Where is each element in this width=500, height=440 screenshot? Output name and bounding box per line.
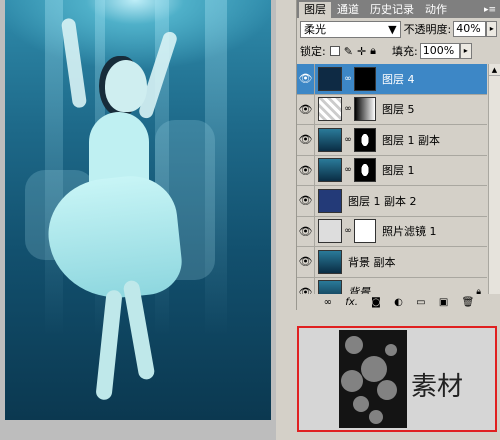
tab-channels[interactable]: 通道	[332, 2, 364, 18]
tab-history[interactable]: 历史记录	[365, 2, 419, 18]
link-icon[interactable]: ∞	[324, 297, 332, 308]
fill-label: 填充:	[392, 45, 418, 58]
bokeh-dot	[377, 380, 397, 400]
photo-filter-adjustment-icon	[318, 219, 342, 244]
figure-arm	[60, 17, 88, 109]
layers-bottom-toolbar: ∞ fx. ◙ ◐ ▭ ▣ 🗑︎	[297, 294, 500, 310]
blend-row: 柔光 ▼ 不透明度: 40% ▸	[297, 18, 500, 40]
layer-row[interactable]: 👁︎ 背景 副本	[297, 246, 487, 278]
layer-row[interactable]: 👁︎ ∞ 照片滤镜 1	[297, 216, 487, 247]
opacity-arrow-icon[interactable]: ▸	[486, 21, 497, 37]
layer-thumbnail	[318, 127, 342, 152]
opacity-label: 不透明度:	[403, 23, 452, 36]
opacity-input[interactable]: 40%	[453, 21, 487, 37]
lock-transparency-icon[interactable]	[329, 46, 340, 56]
group-icon[interactable]: ▭	[416, 297, 425, 308]
lock-paint-icon[interactable]: ✎	[344, 45, 353, 58]
layer-name: 图层 4	[382, 72, 415, 86]
figure-leg	[122, 279, 156, 381]
layer-row[interactable]: 👁︎ 图层 1 副本 2	[297, 185, 487, 217]
bokeh-dot	[345, 336, 363, 354]
link-chain-icon: ∞	[344, 134, 352, 145]
blend-mode-select[interactable]: 柔光 ▼	[300, 20, 401, 38]
layer-thumbnail	[318, 158, 342, 183]
visibility-eye-icon[interactable]: 👁︎	[297, 155, 315, 186]
lock-row: 锁定: ✎ ✛ 🔒︎ 填充: 100% ▸	[297, 40, 500, 62]
link-chain-icon: ∞	[344, 104, 352, 115]
layer-list: 👁︎ ∞ 图层 4 👁︎ ∞ 图层 5 👁︎ ∞ 图层 1 副本 👁︎ ∞ 图层…	[297, 63, 487, 308]
layers-scrollbar[interactable]: ▲	[488, 64, 500, 294]
layer-thumbnail	[318, 97, 342, 122]
layer-thumbnail	[318, 249, 342, 274]
panel-menu-icon[interactable]: ▸≡	[480, 2, 500, 18]
bokeh-texture-image	[339, 330, 407, 428]
layer-mask-thumbnail[interactable]	[354, 66, 376, 91]
layer-row[interactable]: 👁︎ ∞ 图层 1 副本	[297, 124, 487, 156]
panel-tabs: 图层 通道 历史记录 动作 ▸≡	[297, 0, 500, 18]
document-canvas[interactable]	[0, 0, 276, 440]
layers-panel: 图层 通道 历史记录 动作 ▸≡ 柔光 ▼ 不透明度: 40% ▸ 锁定: ✎ …	[296, 0, 500, 310]
layer-row[interactable]: 👁︎ ∞ 图层 1	[297, 155, 487, 186]
lock-all-icon[interactable]: 🔒︎	[370, 44, 376, 58]
layer-mask-thumbnail[interactable]	[354, 127, 376, 152]
visibility-eye-icon[interactable]: 👁︎	[297, 63, 315, 94]
underwater-photo	[5, 0, 271, 420]
visibility-eye-icon[interactable]: 👁︎	[297, 124, 315, 155]
bokeh-dot	[353, 396, 369, 412]
layer-thumbnail	[318, 66, 342, 91]
scroll-up-icon[interactable]: ▲	[489, 64, 500, 76]
tab-actions[interactable]: 动作	[420, 2, 452, 18]
bokeh-dot	[385, 344, 397, 356]
bokeh-dot	[361, 356, 387, 382]
bokeh-dot	[369, 410, 383, 424]
tab-layers[interactable]: 图层	[299, 2, 331, 18]
adjustment-icon[interactable]: ◐	[394, 297, 403, 308]
fx-icon[interactable]: fx.	[345, 297, 358, 308]
layer-thumbnail	[318, 188, 342, 213]
layer-name: 图层 5	[382, 103, 415, 117]
layer-name: 图层 1	[382, 164, 415, 178]
new-layer-icon[interactable]: ▣	[439, 297, 448, 308]
bokeh-dot	[341, 370, 363, 392]
layer-name: 背景 副本	[348, 255, 396, 269]
layer-name: 图层 1 副本	[382, 133, 440, 147]
mask-icon[interactable]: ◙	[371, 297, 381, 308]
lock-label: 锁定:	[300, 45, 326, 58]
link-chain-icon: ∞	[344, 165, 352, 176]
fill-input[interactable]: 100%	[419, 43, 460, 59]
layer-row[interactable]: 👁︎ ∞ 图层 4	[297, 63, 487, 95]
material-label: 素材	[411, 372, 464, 402]
fill-arrow-icon[interactable]: ▸	[459, 43, 472, 59]
layer-mask-thumbnail[interactable]	[354, 97, 376, 122]
layer-mask-thumbnail[interactable]	[354, 158, 376, 183]
chevron-down-icon: ▼	[388, 22, 397, 36]
trash-icon[interactable]: 🗑︎	[462, 297, 475, 308]
layer-name: 照片滤镜 1	[382, 225, 437, 239]
visibility-eye-icon[interactable]: 👁︎	[297, 94, 315, 125]
layer-row[interactable]: 👁︎ ∞ 图层 5	[297, 94, 487, 125]
visibility-eye-icon[interactable]: 👁︎	[297, 185, 315, 216]
layer-mask-thumbnail[interactable]	[354, 219, 376, 244]
material-box: 素材	[297, 326, 497, 432]
link-chain-icon: ∞	[344, 73, 352, 84]
figure-head	[105, 60, 147, 112]
visibility-eye-icon[interactable]: 👁︎	[297, 246, 315, 277]
lock-move-icon[interactable]: ✛	[357, 45, 366, 58]
layer-name: 图层 1 副本 2	[348, 194, 417, 208]
link-chain-icon: ∞	[344, 226, 352, 237]
blend-mode-value: 柔光	[304, 23, 326, 36]
visibility-eye-icon[interactable]: 👁︎	[297, 216, 315, 247]
